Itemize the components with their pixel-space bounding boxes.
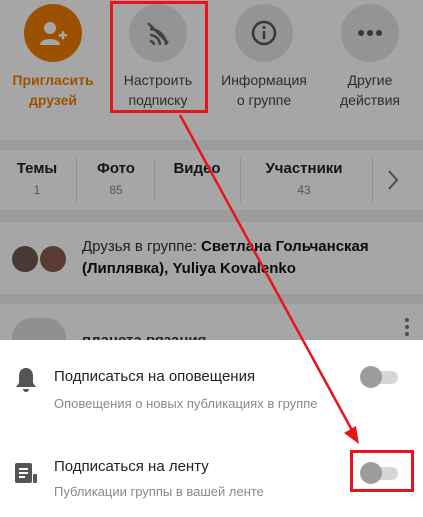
annotation-arrow — [178, 114, 359, 444]
